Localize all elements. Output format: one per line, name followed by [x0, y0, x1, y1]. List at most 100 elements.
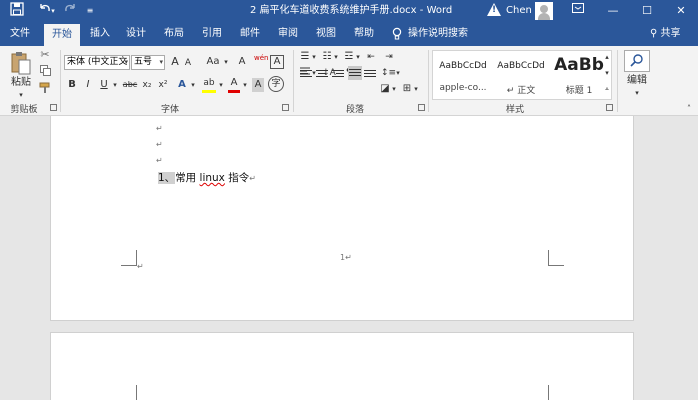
chevron-down-icon[interactable]: ▾	[622, 86, 652, 100]
underline-button[interactable]: U	[98, 78, 110, 92]
chevron-down-icon[interactable]: ▾	[395, 66, 401, 80]
grow-font-button[interactable]: A	[169, 55, 181, 69]
font-group-label: 字体	[160, 105, 179, 115]
chevron-down-icon[interactable]: ▾	[311, 50, 317, 64]
undo-dropdown-icon[interactable]: ▾	[49, 2, 57, 20]
align-center-icon[interactable]	[316, 68, 328, 78]
phonetic-guide-button[interactable]: wén	[254, 51, 268, 65]
chevron-down-icon[interactable]: ▾	[217, 78, 225, 92]
style-item[interactable]: AaBbCcDd ↵ 正文	[491, 53, 551, 99]
avatar[interactable]	[535, 2, 553, 20]
tab-mailings[interactable]: 邮件	[234, 22, 266, 46]
tab-view[interactable]: 视图	[310, 22, 342, 46]
tab-help[interactable]: 帮助	[348, 22, 380, 46]
customize-qat-icon[interactable]: ≡	[84, 2, 96, 20]
share-button[interactable]: ⚲ 共享	[650, 22, 681, 46]
bullets-icon[interactable]: ☰	[298, 50, 312, 64]
align-left-icon[interactable]	[300, 68, 312, 78]
clear-formatting-button[interactable]: A	[236, 55, 248, 69]
user-name[interactable]: Chen	[506, 0, 532, 22]
heading-text-b: linux	[199, 172, 225, 184]
chevron-down-icon[interactable]: ▾	[222, 55, 230, 69]
paragraph-group-label: 段落	[345, 105, 364, 115]
style-item[interactable]: AaBbCcDd apple-co...	[433, 53, 493, 99]
window-title: 2 扁平化车道收费系统维护手册.docx - Word	[250, 5, 453, 16]
document-page-2[interactable]	[50, 332, 634, 400]
justify-icon[interactable]	[348, 66, 362, 80]
redo-icon[interactable]	[62, 2, 78, 20]
header-crop-mark-right	[548, 385, 564, 400]
copy-icon[interactable]	[38, 65, 52, 81]
chevron-down-icon[interactable]: ▾	[111, 78, 119, 92]
line-spacing-icon[interactable]: ↕≡	[381, 66, 396, 80]
font-launcher-icon[interactable]	[282, 104, 289, 111]
styles-scroll-down-icon[interactable]: ▾	[602, 66, 612, 80]
chevron-down-icon[interactable]: ▾	[333, 50, 339, 64]
italic-button[interactable]: I	[82, 78, 94, 92]
character-shading-button[interactable]: A	[252, 78, 264, 92]
styles-launcher-icon[interactable]	[606, 104, 613, 111]
align-right-icon[interactable]	[332, 68, 344, 78]
tab-design[interactable]: 设计	[120, 22, 152, 46]
chevron-down-icon[interactable]: ▾	[391, 82, 397, 96]
find-button[interactable]	[624, 50, 650, 72]
chevron-down-icon[interactable]: ▾	[189, 78, 197, 92]
strikethrough-button[interactable]: abc	[122, 78, 138, 92]
warning-icon[interactable]: !	[487, 3, 501, 16]
highlight-color-button[interactable]: ab	[202, 76, 216, 93]
increase-indent-icon[interactable]: ⇥	[382, 50, 396, 64]
document-page-1[interactable]: ↵ ↵ ↵ 1、常用 linux 指令↵ ↵ 1↵	[50, 116, 634, 321]
close-button[interactable]: ✕	[670, 2, 692, 20]
tab-file[interactable]: 文件	[4, 22, 36, 46]
tab-review[interactable]: 审阅	[272, 22, 304, 46]
paragraph-mark: ↵	[156, 140, 163, 149]
text-effects-button[interactable]: A	[176, 78, 188, 92]
styles-scroll-up-icon[interactable]: ▴	[602, 50, 612, 64]
group-divider	[428, 50, 429, 112]
decrease-indent-icon[interactable]: ⇤	[364, 50, 378, 64]
paragraph-mark: ↵	[137, 262, 144, 271]
chevron-down-icon[interactable]: ▾	[241, 78, 249, 92]
paragraph-launcher-icon[interactable]	[418, 104, 425, 111]
multilevel-list-icon[interactable]: ☲	[342, 50, 356, 64]
ribbon-tabs: 文件 开始 插入 设计 布局 引用 邮件 审阅 视图 帮助 操作说明搜索 ⚲ 共…	[0, 22, 698, 46]
paste-dropdown-icon[interactable]: ▾	[6, 88, 36, 102]
maximize-button[interactable]: ☐	[636, 2, 658, 20]
cut-icon[interactable]: ✂	[38, 48, 52, 62]
footer-page-number: 1↵	[340, 253, 352, 262]
heading-line[interactable]: 1、常用 linux 指令↵	[158, 170, 256, 185]
numbering-icon[interactable]: ☷	[320, 50, 334, 64]
shrink-font-button[interactable]: A	[183, 56, 193, 70]
change-case-button[interactable]: Aa	[205, 55, 221, 69]
borders-icon[interactable]: ⊞	[400, 82, 414, 96]
font-color-button[interactable]: A	[228, 76, 240, 93]
tab-home[interactable]: 开始	[44, 24, 80, 46]
format-painter-icon[interactable]	[38, 82, 52, 99]
ribbon-home: 粘贴 ▾ ✂ 剪贴板 宋体 (中文正文 ▾ 五号 ▾ A A Aa ▾ A wén …	[0, 46, 698, 116]
paste-button[interactable]	[10, 50, 32, 78]
minimize-button[interactable]: —	[602, 2, 624, 20]
font-size-combo[interactable]: 五号 ▾	[131, 55, 165, 70]
superscript-button[interactable]: x²	[156, 78, 170, 92]
bold-button[interactable]: B	[66, 78, 78, 92]
ribbon-display-options-icon[interactable]	[570, 2, 586, 20]
save-icon[interactable]	[8, 2, 26, 20]
character-border-button[interactable]: A	[270, 55, 284, 69]
enclose-characters-button[interactable]: 字	[268, 76, 284, 92]
font-name-combo[interactable]: 宋体 (中文正文 ▾	[64, 55, 130, 70]
style-item[interactable]: AaBb 标题 1	[549, 53, 607, 99]
styles-more-icon[interactable]: ⩡	[602, 82, 612, 96]
tell-me-search[interactable]: 操作说明搜索	[408, 22, 472, 46]
chevron-down-icon[interactable]: ▾	[355, 50, 361, 64]
footer-crop-mark-left	[121, 250, 137, 266]
distributed-icon[interactable]	[364, 68, 376, 78]
chevron-down-icon[interactable]: ▾	[413, 82, 419, 96]
tab-insert[interactable]: 插入	[84, 22, 116, 46]
subscript-button[interactable]: x₂	[140, 78, 154, 92]
tab-layout[interactable]: 布局	[158, 22, 190, 46]
clipboard-launcher-icon[interactable]	[50, 104, 57, 111]
shading-icon[interactable]: ◪	[378, 82, 392, 96]
lightbulb-icon	[390, 22, 404, 46]
tab-references[interactable]: 引用	[196, 22, 228, 46]
collapse-ribbon-icon[interactable]: ˄	[684, 102, 694, 116]
